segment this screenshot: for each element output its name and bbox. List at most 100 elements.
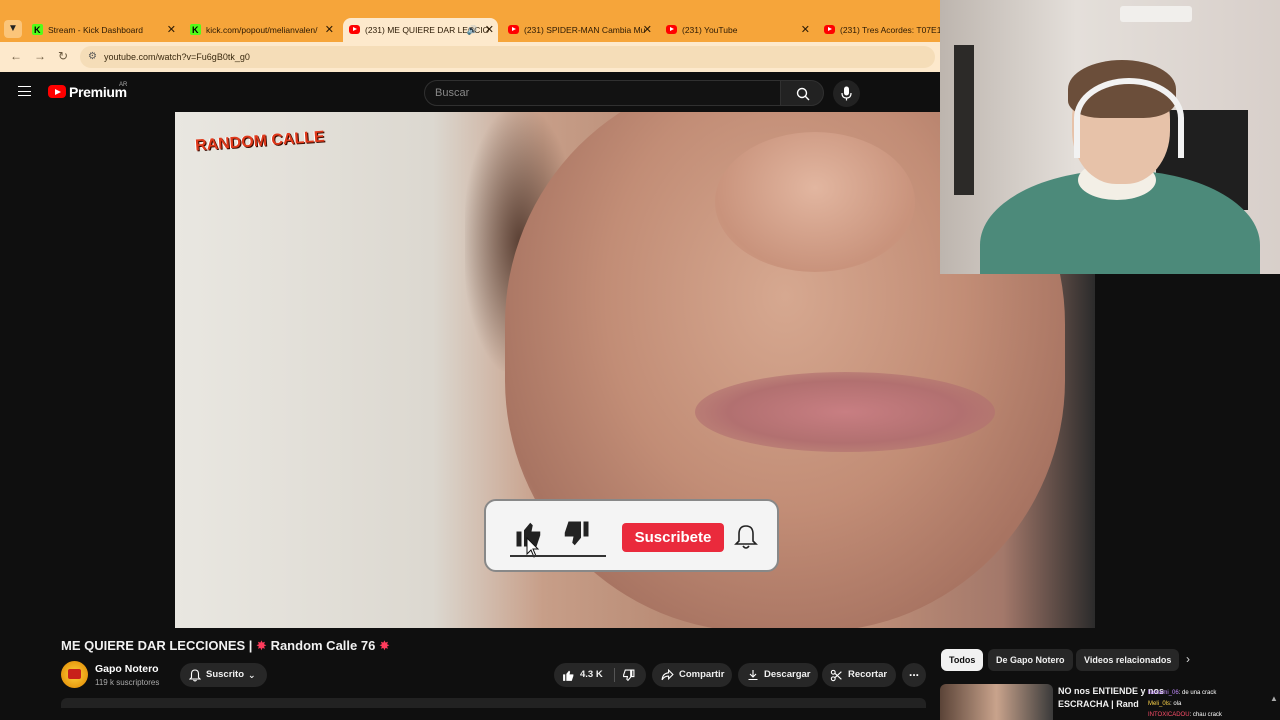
tab-title: (231) YouTube xyxy=(682,25,738,35)
browser-tab[interactable]: (231) Tres Acordes: T07E10 - xyxy=(818,18,940,42)
chip-related[interactable]: Videos relacionados xyxy=(1076,649,1180,671)
url-text: youtube.com/watch?v=Fu6gB0tk_g0 xyxy=(104,52,250,62)
browser-tab[interactable]: kick.com/popout/melianvalen/ ✕ xyxy=(184,18,338,42)
subscribed-label: Suscrito xyxy=(206,669,245,680)
tab-title: (231) Tres Acordes: T07E10 - xyxy=(840,25,940,35)
chat-message: Meli_0ls: ola xyxy=(1148,699,1222,710)
related-video-thumbnail[interactable] xyxy=(940,684,1053,720)
youtube-favicon-icon xyxy=(824,25,835,34)
youtube-favicon-icon xyxy=(508,25,519,34)
chat-message: llamami_06: de una crack xyxy=(1148,688,1222,699)
video-title: ME QUIERE DAR LECCIONES | ✸ Random Calle… xyxy=(61,638,390,654)
tab-title: Stream - Kick Dashboard xyxy=(48,25,143,35)
chat-message: INTOXICADOU: chau crack xyxy=(1148,710,1222,720)
chat-user: llamami_06 xyxy=(1148,690,1179,696)
tab-title: kick.com/popout/melianvalen/ xyxy=(206,25,318,35)
kick-favicon-icon xyxy=(32,18,43,42)
browser-tab-bar: ▼ Stream - Kick Dashboard ✕ kick.com/pop… xyxy=(0,0,940,44)
download-label: Descargar xyxy=(764,669,811,680)
youtube-favicon-icon xyxy=(349,25,360,34)
subscriber-count: 119 k suscriptores xyxy=(95,678,160,687)
download-button[interactable]: Descargar xyxy=(738,663,818,687)
voice-search-button[interactable] xyxy=(833,80,860,107)
sparkle-icon: ✸ xyxy=(256,638,267,653)
stream-chat-overlay: llamami_06: de una crack Meli_0ls: ola I… xyxy=(1148,688,1222,720)
webcam-door xyxy=(954,45,974,195)
microphone-icon xyxy=(841,86,852,101)
chip-from-channel[interactable]: De Gapo Notero xyxy=(988,649,1073,671)
browser-tab[interactable]: Stream - Kick Dashboard ✕ xyxy=(26,18,180,42)
chat-user: INTOXICADOU xyxy=(1148,712,1190,718)
like-count: 4.3 K xyxy=(580,669,603,680)
chat-text: : de una crack xyxy=(1178,690,1217,696)
more-actions-button[interactable]: ... xyxy=(902,663,926,687)
site-settings-icon[interactable]: ⚙ xyxy=(88,46,97,68)
video-title-series: Random Calle 76 xyxy=(266,638,379,653)
download-icon xyxy=(748,670,758,681)
address-bar-row: ← → ↻ ⚙ youtube.com/watch?v=Fu6gB0tk_g0 xyxy=(0,42,940,72)
speaker-icon[interactable]: 🔊 xyxy=(467,18,478,42)
like-dislike-group: 4.3 K xyxy=(554,663,646,687)
back-icon[interactable]: ← xyxy=(10,49,22,63)
share-icon xyxy=(661,669,674,681)
kick-favicon-icon xyxy=(190,18,201,42)
close-tab-icon[interactable]: ✕ xyxy=(485,18,494,42)
browser-tab-active[interactable]: (231) ME QUIERE DAR LECCIO 🔊 ✕ xyxy=(343,18,498,42)
youtube-header: Premium AR Buscar xyxy=(0,72,940,112)
thumbs-up-icon xyxy=(563,670,574,681)
close-tab-icon[interactable]: ✕ xyxy=(643,18,652,42)
tab-title: (231) SPIDER-MAN Cambia Mu xyxy=(524,25,646,35)
reload-icon[interactable]: ↻ xyxy=(58,49,68,63)
webcam-air-conditioner xyxy=(1120,6,1192,22)
clip-button[interactable]: Recortar xyxy=(822,663,896,687)
browser-tab[interactable]: (231) YouTube ✕ xyxy=(660,18,814,42)
close-tab-icon[interactable]: ✕ xyxy=(801,18,810,42)
like-divider xyxy=(510,555,606,557)
search-placeholder: Buscar xyxy=(435,87,470,99)
chat-text: : ola xyxy=(1170,701,1182,707)
video-title-main: ME QUIERE DAR LECCIONES | xyxy=(61,638,257,653)
menu-icon[interactable] xyxy=(18,86,31,96)
chat-text: : chau crack xyxy=(1189,712,1222,718)
close-tab-icon[interactable]: ✕ xyxy=(325,18,334,42)
chip-all[interactable]: Todos xyxy=(941,649,984,671)
search-button[interactable] xyxy=(780,80,824,106)
share-label: Compartir xyxy=(679,669,725,680)
bell-icon xyxy=(734,525,758,549)
scissors-icon xyxy=(830,669,842,682)
subscribe-reminder-card: Suscribete xyxy=(484,499,779,572)
tab-search-dropdown[interactable]: ▼ xyxy=(4,20,22,38)
more-icon: ... xyxy=(908,665,919,679)
close-tab-icon[interactable]: ✕ xyxy=(167,18,176,42)
channel-avatar[interactable] xyxy=(61,661,88,688)
search-icon xyxy=(796,87,810,101)
thumbs-down-icon xyxy=(623,669,635,682)
headset-icon xyxy=(1074,78,1184,158)
clip-label: Recortar xyxy=(848,669,888,680)
search-input[interactable]: Buscar xyxy=(424,80,781,106)
chat-user: Meli_0ls xyxy=(1148,701,1171,707)
video-frame-nose xyxy=(715,132,915,272)
forward-icon[interactable]: → xyxy=(34,49,46,63)
webcam-overlay xyxy=(940,0,1280,274)
chevron-right-icon[interactable]: › xyxy=(1186,652,1190,666)
subscribed-button[interactable]: Suscrito ⌄ xyxy=(180,663,267,687)
chevron-down-icon: ⌄ xyxy=(248,670,256,680)
like-button[interactable]: 4.3 K xyxy=(554,663,612,687)
share-button[interactable]: Compartir xyxy=(652,663,732,687)
random-calle-logo: RANDOM CALLE xyxy=(194,128,326,155)
country-code: AR xyxy=(119,82,128,88)
youtube-logo-icon[interactable] xyxy=(48,85,66,98)
browser-tab[interactable]: (231) SPIDER-MAN Cambia Mu ✕ xyxy=(502,18,656,42)
dislike-button[interactable] xyxy=(615,663,646,687)
youtube-favicon-icon xyxy=(666,25,677,34)
channel-name[interactable]: Gapo Notero xyxy=(95,663,159,675)
subscribe-graphic: Suscribete xyxy=(622,523,724,552)
thumbs-down-icon xyxy=(564,521,589,546)
description-box[interactable] xyxy=(61,698,926,708)
sparkle-icon: ✸ xyxy=(378,638,390,653)
scroll-arrow-icon[interactable]: ▲ xyxy=(1270,694,1278,703)
bell-icon xyxy=(189,669,201,682)
video-frame-mouth xyxy=(695,372,995,452)
url-field[interactable]: ⚙ youtube.com/watch?v=Fu6gB0tk_g0 xyxy=(80,46,935,68)
